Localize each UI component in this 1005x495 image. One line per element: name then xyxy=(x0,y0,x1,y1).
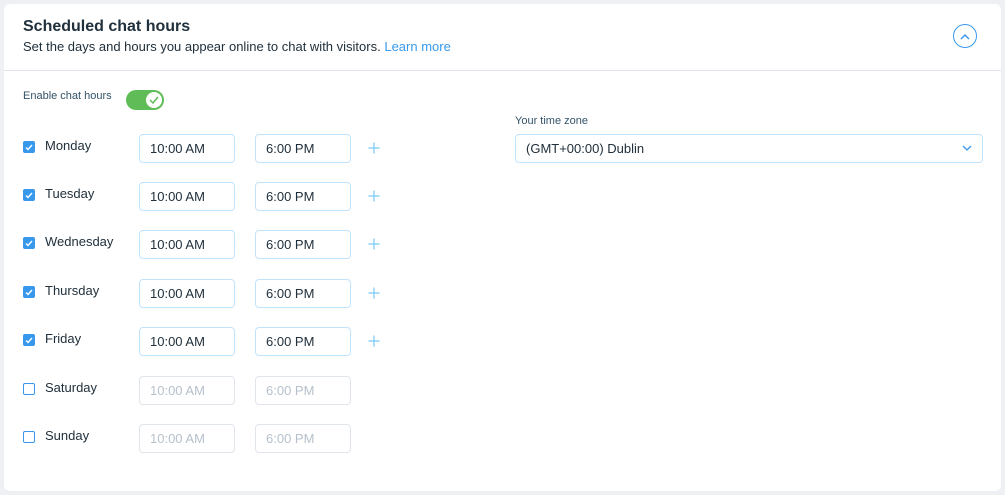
plus-icon xyxy=(368,335,380,347)
enable-chat-hours-label: Enable chat hours xyxy=(23,90,112,102)
scheduled-chat-hours-panel: Scheduled chat hours Set the days and ho… xyxy=(4,4,1001,491)
day-checkbox-wednesday[interactable] xyxy=(23,237,35,249)
end-time-input[interactable]: 6:00 PM xyxy=(255,376,351,405)
day-row-thursday: Thursday 10:00 AM 6:00 PM xyxy=(23,279,403,308)
chevron-up-icon xyxy=(960,33,970,40)
day-label: Saturday xyxy=(45,380,98,395)
start-time-input[interactable]: 10:00 AM xyxy=(139,182,235,211)
start-time-input[interactable]: 10:00 AM xyxy=(139,327,235,356)
day-checkbox-sunday[interactable] xyxy=(23,431,35,443)
day-checkbox-saturday[interactable] xyxy=(23,383,35,395)
panel-subtitle: Set the days and hours you appear online… xyxy=(23,39,451,54)
start-time-input[interactable]: 10:00 AM xyxy=(139,279,235,308)
day-row-wednesday: Wednesday 10:00 AM 6:00 PM xyxy=(23,230,403,259)
day-label: Monday xyxy=(45,138,92,153)
day-label: Wednesday xyxy=(45,234,114,249)
check-icon xyxy=(25,144,33,151)
day-row-saturday: Saturday 10:00 AM 6:00 PM xyxy=(23,376,403,405)
timezone-label: Your time zone xyxy=(515,115,588,127)
start-time-input[interactable]: 10:00 AM xyxy=(139,134,235,163)
check-icon xyxy=(149,96,159,104)
day-label: Sunday xyxy=(45,428,90,443)
day-row-friday: Friday 10:00 AM 6:00 PM xyxy=(23,327,403,356)
timezone-value: (GMT+00:00) Dublin xyxy=(526,141,645,156)
add-time-range-button[interactable] xyxy=(365,332,383,350)
start-time-input[interactable]: 10:00 AM xyxy=(139,376,235,405)
check-icon xyxy=(25,289,33,296)
day-checkbox-thursday[interactable] xyxy=(23,286,35,298)
add-time-range-button[interactable] xyxy=(365,235,383,253)
add-time-range-button[interactable] xyxy=(365,139,383,157)
day-checkbox-tuesday[interactable] xyxy=(23,189,35,201)
day-label: Thursday xyxy=(45,283,100,298)
day-label: Tuesday xyxy=(45,186,95,201)
end-time-input[interactable]: 6:00 PM xyxy=(255,279,351,308)
end-time-input[interactable]: 6:00 PM xyxy=(255,230,351,259)
end-time-input[interactable]: 6:00 PM xyxy=(255,327,351,356)
plus-icon xyxy=(368,142,380,154)
plus-icon xyxy=(368,287,380,299)
subtitle-text: Set the days and hours you appear online… xyxy=(23,39,381,54)
start-time-input[interactable]: 10:00 AM xyxy=(139,424,235,453)
day-row-monday: Monday 10:00 AM 6:00 PM xyxy=(23,134,403,163)
enable-chat-hours-row: Enable chat hours xyxy=(23,90,164,110)
day-checkbox-friday[interactable] xyxy=(23,334,35,346)
plus-icon xyxy=(368,190,380,202)
add-time-range-button[interactable] xyxy=(365,284,383,302)
enable-chat-hours-toggle[interactable] xyxy=(126,90,164,110)
start-time-input[interactable]: 10:00 AM xyxy=(139,230,235,259)
add-time-range-button[interactable] xyxy=(365,187,383,205)
day-label: Friday xyxy=(45,331,82,346)
day-row-tuesday: Tuesday 10:00 AM 6:00 PM xyxy=(23,182,403,211)
timezone-select[interactable]: (GMT+00:00) Dublin xyxy=(515,134,983,163)
day-checkbox-monday[interactable] xyxy=(23,141,35,153)
collapse-button[interactable] xyxy=(953,24,977,48)
check-icon xyxy=(25,240,33,247)
learn-more-link[interactable]: Learn more xyxy=(384,39,450,54)
chevron-down-icon xyxy=(962,145,972,151)
panel-header: Scheduled chat hours Set the days and ho… xyxy=(4,4,1001,71)
end-time-input[interactable]: 6:00 PM xyxy=(255,424,351,453)
toggle-knob xyxy=(146,92,162,108)
panel-title: Scheduled chat hours xyxy=(23,18,191,35)
check-icon xyxy=(25,192,33,199)
plus-icon xyxy=(368,238,380,250)
end-time-input[interactable]: 6:00 PM xyxy=(255,134,351,163)
end-time-input[interactable]: 6:00 PM xyxy=(255,182,351,211)
day-row-sunday: Sunday 10:00 AM 6:00 PM xyxy=(23,424,403,453)
check-icon xyxy=(25,337,33,344)
